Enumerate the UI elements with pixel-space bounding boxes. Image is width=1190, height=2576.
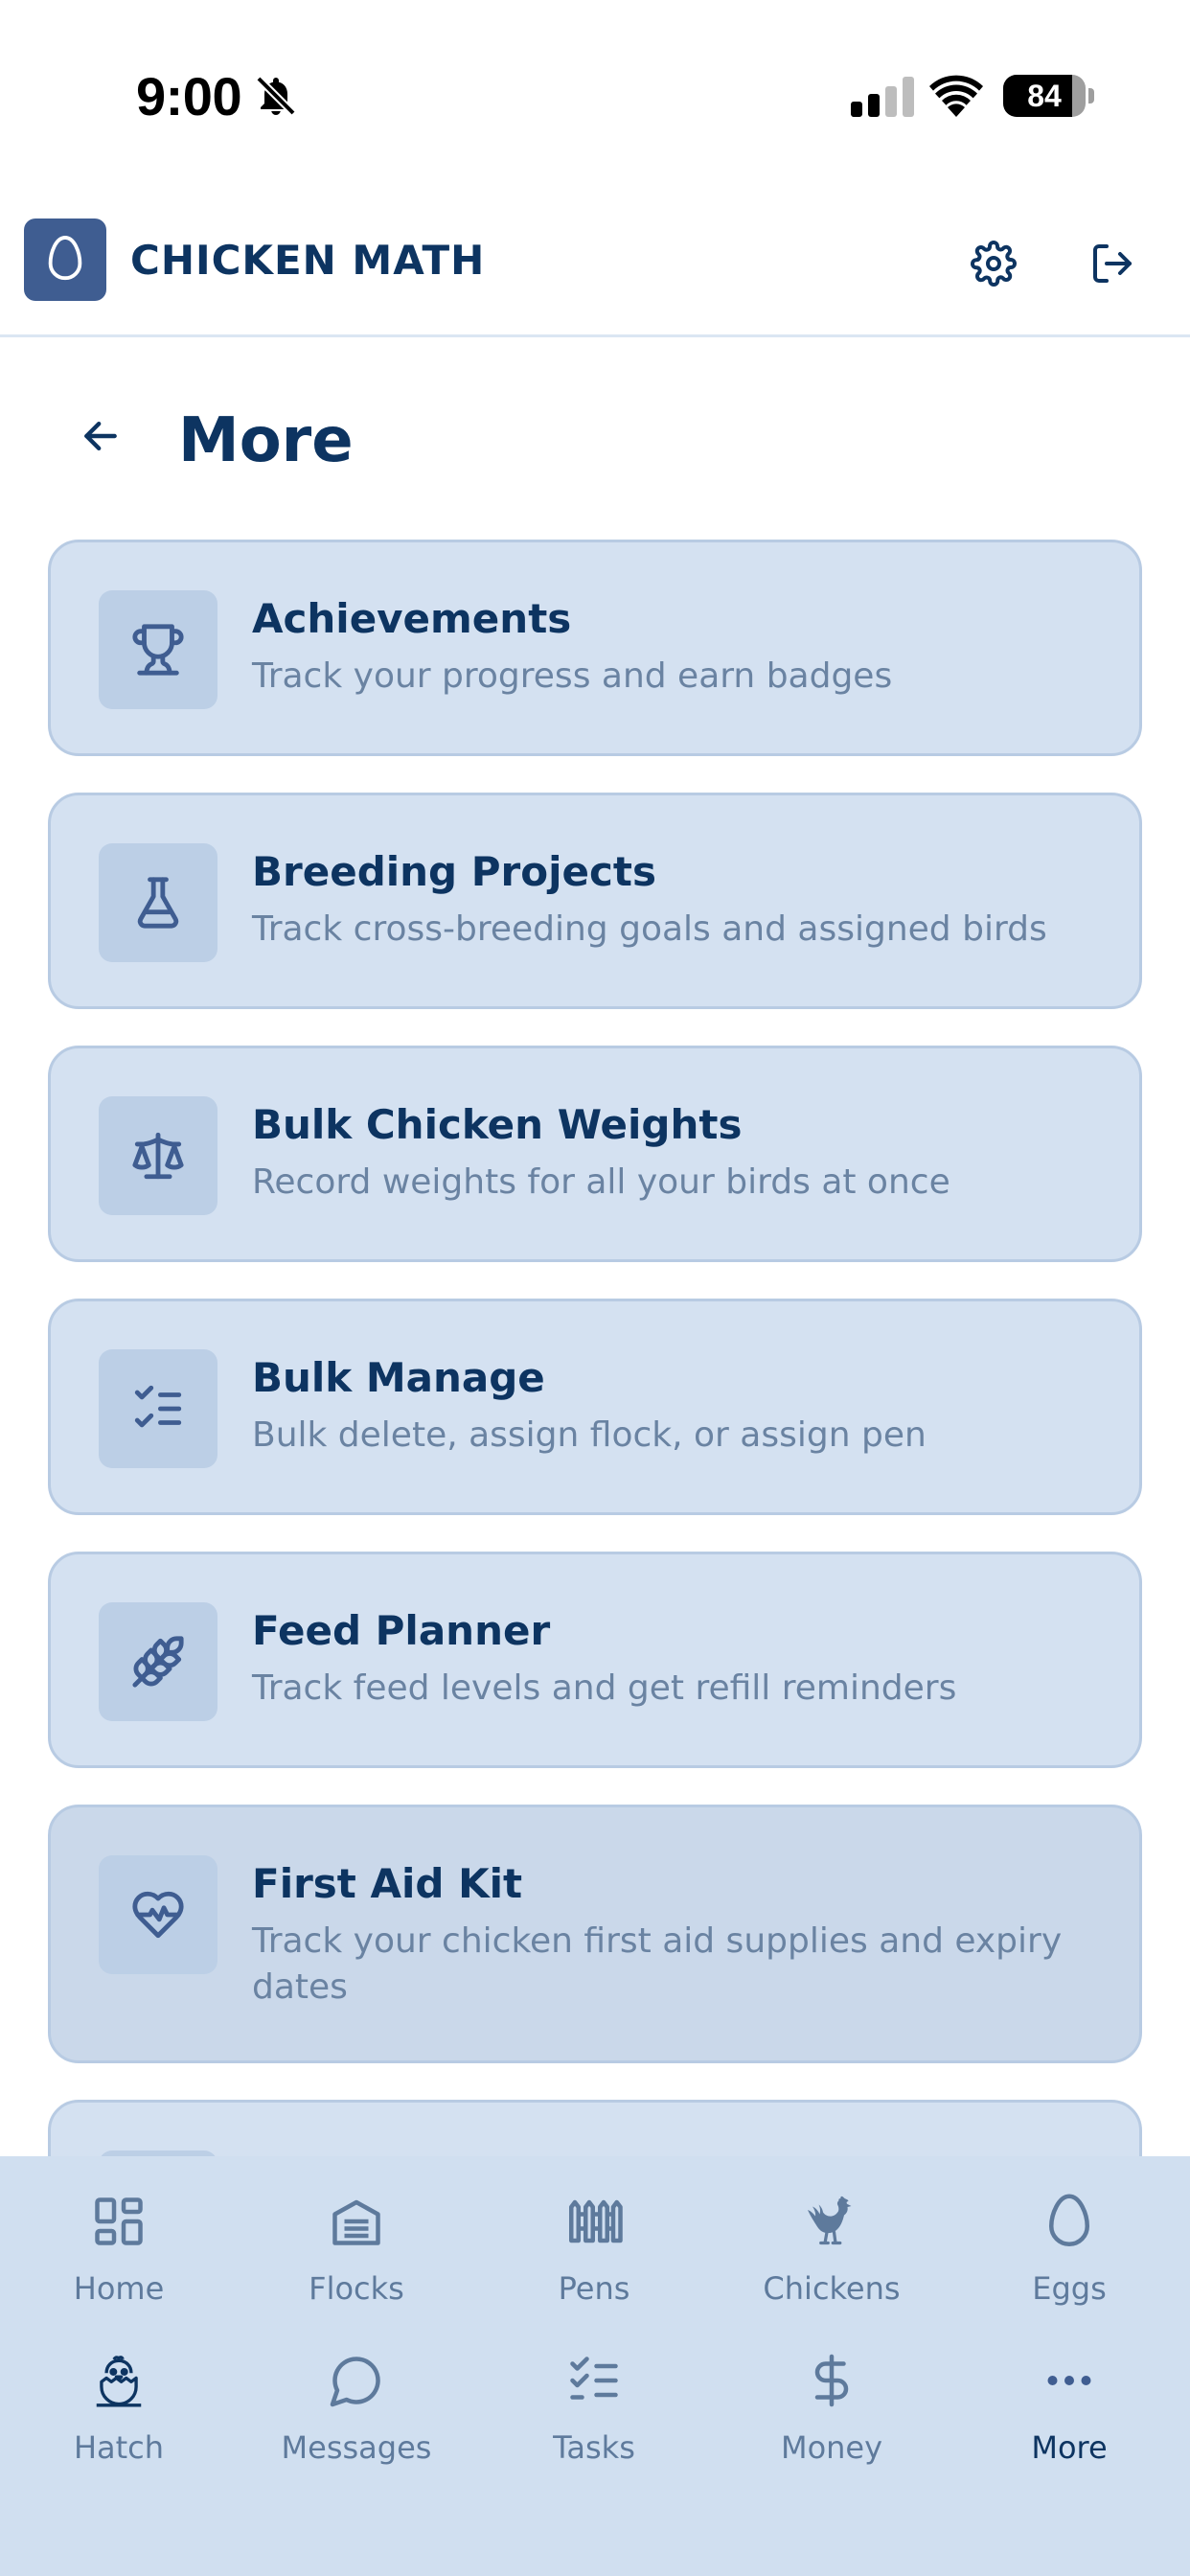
more-dots-icon <box>1047 2376 1091 2385</box>
bell-off-icon <box>256 76 296 116</box>
arrow-left-icon <box>84 421 117 451</box>
battery-indicator: 84 <box>1003 75 1086 117</box>
nav-money[interactable]: Money <box>713 2325 950 2478</box>
heart-pulse-icon <box>132 1891 184 1939</box>
card-icon-box <box>99 1349 217 1468</box>
nav-icon <box>82 2344 155 2417</box>
card-subtitle: Record weights for all your birds at onc… <box>252 1162 950 1202</box>
nav-tasks[interactable]: Tasks <box>475 2325 713 2478</box>
card-bulk-chicken-weights[interactable]: Bulk Chicken Weights Record weights for … <box>48 1046 1142 1262</box>
card-first-aid-kit[interactable]: First Aid Kit Track your chicken first a… <box>48 1805 1142 2063</box>
battery-nub <box>1088 88 1094 104</box>
settings-button[interactable] <box>960 230 1027 297</box>
card-title: First Aid Kit <box>252 1860 523 1907</box>
cellular-signal-icon <box>851 77 914 117</box>
nav-more[interactable]: More <box>950 2325 1188 2478</box>
card-feed-planner[interactable]: Feed Planner Track feed levels and get r… <box>48 1552 1142 1768</box>
app-header: CHICKEN MATH <box>0 192 1190 337</box>
back-button[interactable] <box>67 402 134 470</box>
hatching-chick-icon <box>96 2356 142 2407</box>
card-icon-box <box>99 1096 217 1215</box>
nav-messages[interactable]: Messages <box>238 2325 475 2478</box>
card-icon-box <box>99 1602 217 1721</box>
nav-icon <box>82 2185 155 2258</box>
card-icon-box <box>99 843 217 962</box>
app-logo[interactable] <box>24 218 106 301</box>
dollar-icon <box>814 2354 849 2407</box>
egg-logo-icon <box>48 236 82 281</box>
nav-label: Messages <box>281 2429 432 2466</box>
wheat-icon <box>132 1636 184 1688</box>
nav-label: Chickens <box>763 2270 901 2307</box>
card-subtitle: Track your progress and earn badges <box>252 656 893 696</box>
card-title: Bulk Chicken Weights <box>252 1101 743 1148</box>
status-time: 9:00 <box>136 66 242 126</box>
card-title: Feed Planner <box>252 1607 551 1654</box>
nav-label: Money <box>780 2429 883 2466</box>
page-title: More <box>178 405 354 476</box>
nav-home[interactable]: Home <box>0 2166 238 2319</box>
gear-icon <box>971 241 1017 287</box>
card-breeding-projects[interactable]: Breeding Projects Track cross-breeding g… <box>48 793 1142 1009</box>
logout-icon <box>1093 244 1132 283</box>
nav-label: Eggs <box>1032 2270 1107 2307</box>
nav-chickens[interactable]: Chickens <box>713 2166 950 2319</box>
trophy-icon <box>132 624 184 676</box>
nav-icon <box>320 2185 393 2258</box>
nav-eggs[interactable]: Eggs <box>950 2166 1188 2319</box>
nav-label: More <box>1031 2429 1108 2466</box>
card-icon-box <box>99 1855 217 1974</box>
card-icon-box <box>99 590 217 709</box>
nav-icon <box>558 2185 630 2258</box>
nav-label: Pens <box>558 2270 630 2307</box>
card-title: Bulk Manage <box>252 1354 545 1401</box>
chat-bubble-icon <box>330 2357 380 2407</box>
nav-hatch[interactable]: Hatch <box>0 2325 238 2478</box>
card-subtitle: Track feed levels and get refill reminde… <box>252 1668 957 1708</box>
card-subtitle: Bulk delete, assign flock, or assign pen <box>252 1415 927 1455</box>
task-list-icon <box>570 2357 618 2400</box>
logout-button[interactable] <box>1079 230 1146 297</box>
card-achievements[interactable]: Achievements Track your progress and ear… <box>48 540 1142 756</box>
fence-icon <box>569 2199 623 2243</box>
barn-icon <box>332 2199 380 2245</box>
egg-icon <box>1048 2194 1090 2246</box>
flask-icon <box>137 877 179 929</box>
nav-icon <box>1033 2185 1106 2258</box>
card-bulk-manage[interactable]: Bulk Manage Bulk delete, assign flock, o… <box>48 1299 1142 1515</box>
nav-icon <box>1033 2344 1106 2417</box>
card-subtitle: Track cross-breeding goals and assigned … <box>252 909 1047 949</box>
card-title: Achievements <box>252 595 572 642</box>
nav-label: Hatch <box>73 2429 165 2466</box>
dashboard-icon <box>95 2197 143 2245</box>
nav-icon <box>795 2185 868 2258</box>
checklist-icon <box>134 1385 182 1428</box>
nav-icon <box>558 2344 630 2417</box>
nav-icon <box>795 2344 868 2417</box>
wifi-icon <box>929 75 983 117</box>
nav-label: Home <box>73 2270 165 2307</box>
nav-icon <box>320 2344 393 2417</box>
card-subtitle: Track your chicken first aid supplies an… <box>252 1921 1063 2007</box>
nav-label: Flocks <box>309 2270 404 2307</box>
scale-icon <box>132 1132 184 1180</box>
nav-flocks[interactable]: Flocks <box>238 2166 475 2319</box>
nav-label: Tasks <box>553 2429 635 2466</box>
app-title: CHICKEN MATH <box>130 237 486 284</box>
card-title: Breeding Projects <box>252 848 656 895</box>
nav-pens[interactable]: Pens <box>475 2166 713 2319</box>
bottom-nav: Home Flocks Pens Chickens Eggs Hatch Mes… <box>0 2156 1190 2576</box>
rooster-icon <box>808 2196 852 2245</box>
battery-level: 84 <box>1027 79 1062 113</box>
status-bar: 9:00 84 <box>0 0 1190 192</box>
